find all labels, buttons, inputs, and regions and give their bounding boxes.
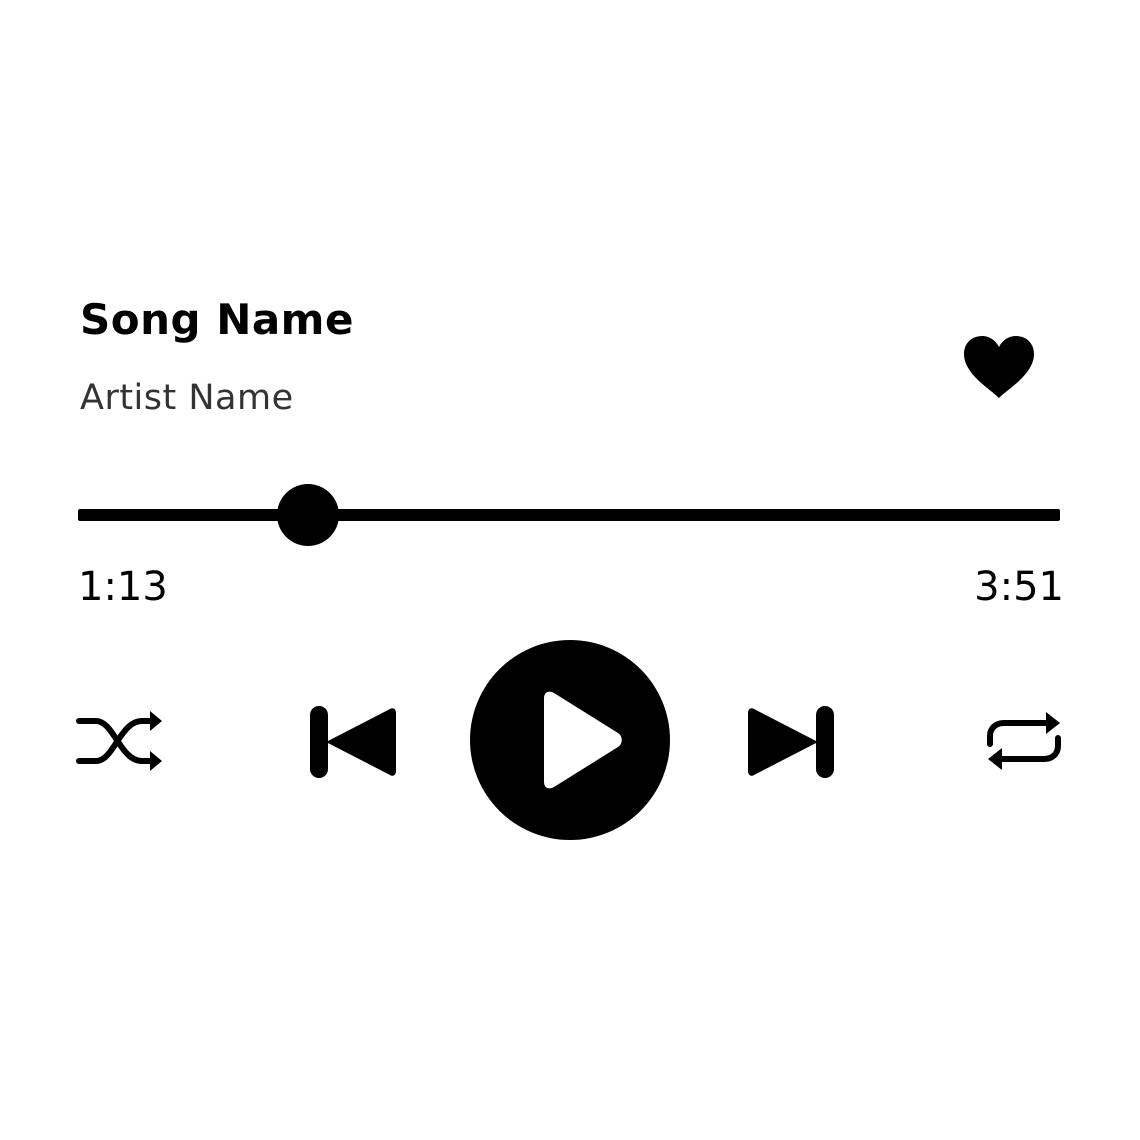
- skip-previous-icon: [310, 706, 396, 778]
- song-title: Song Name: [80, 295, 354, 344]
- progress-knob[interactable]: [276, 484, 339, 546]
- repeat-icon: [987, 712, 1061, 770]
- music-player: Song Name Artist Name 1:13 3:51: [0, 0, 1140, 1140]
- shuffle-button[interactable]: [76, 706, 164, 776]
- skip-next-icon: [748, 706, 834, 778]
- shuffle-icon: [76, 711, 162, 771]
- play-icon: [470, 640, 670, 840]
- total-time: 3:51: [974, 564, 1064, 610]
- progress-slider[interactable]: [78, 480, 1060, 550]
- next-button[interactable]: [744, 702, 840, 782]
- elapsed-time: 1:13: [78, 564, 168, 610]
- play-button[interactable]: [470, 640, 670, 840]
- repeat-button[interactable]: [982, 706, 1066, 776]
- heart-icon: [964, 336, 1034, 398]
- progress-track: [78, 509, 1060, 521]
- artist-name: Artist Name: [80, 378, 294, 418]
- like-button[interactable]: [960, 334, 1038, 400]
- previous-button[interactable]: [304, 702, 400, 782]
